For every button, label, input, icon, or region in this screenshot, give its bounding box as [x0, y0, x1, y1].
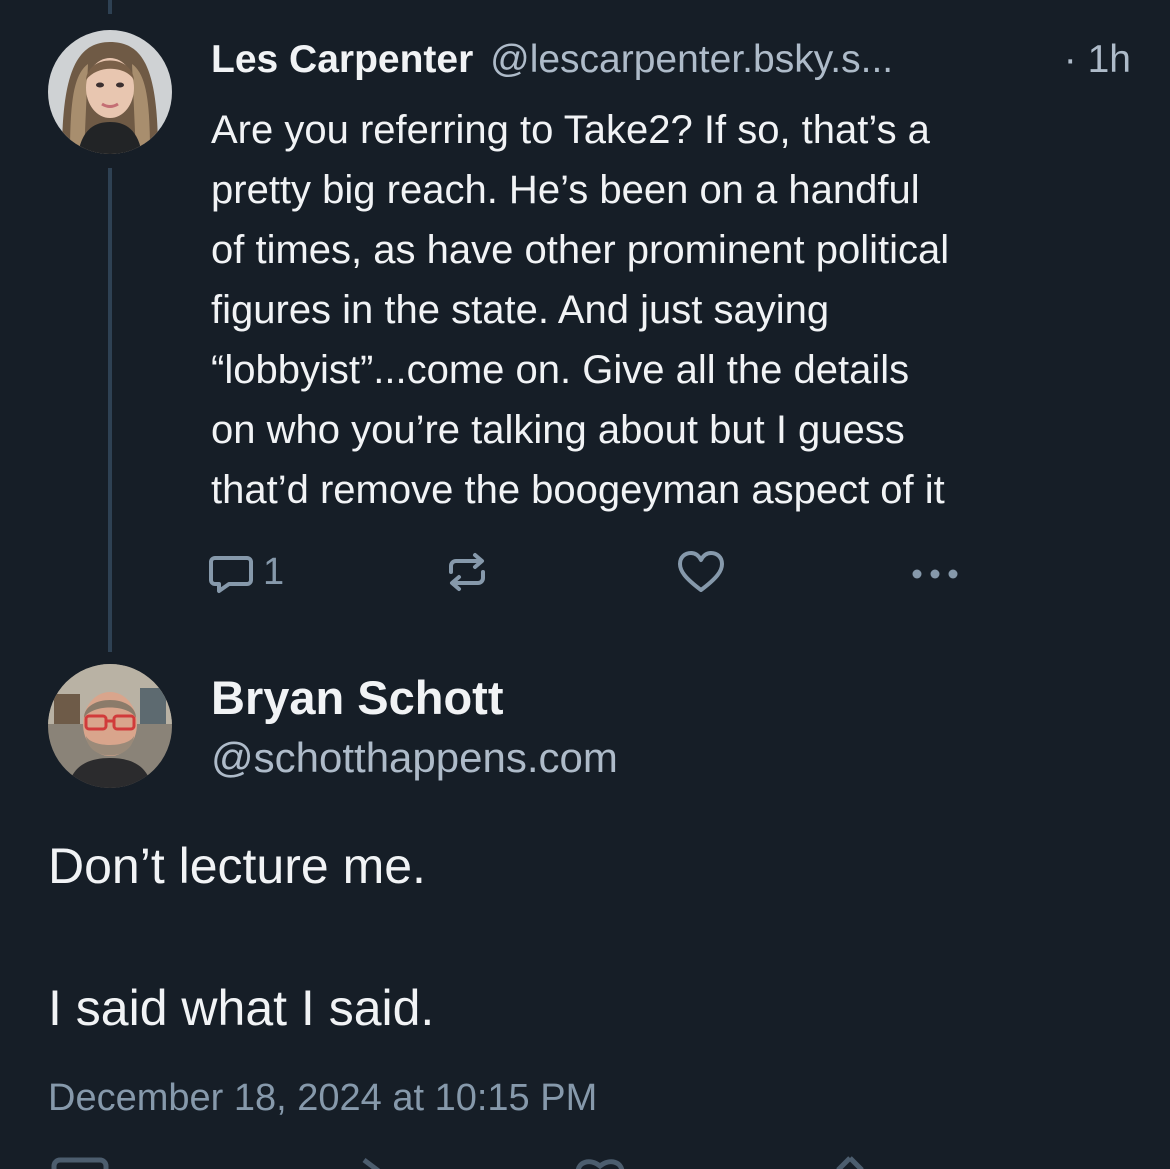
reply-text-line: on who you’re talking about but I guess — [211, 408, 905, 452]
repost-icon[interactable] — [350, 1156, 410, 1169]
reply-header: Les Carpenter @lescarpenter.bsky.s... · … — [211, 34, 1131, 86]
reply-count: 1 — [263, 550, 285, 593]
post-author-name[interactable]: Bryan Schott — [211, 668, 618, 728]
heart-icon[interactable] — [570, 1156, 630, 1169]
avatar-portrait-icon — [48, 664, 172, 788]
repost-icon — [449, 553, 485, 591]
reply-text-line: Are you referring to Take2? If so, that’… — [211, 108, 930, 152]
repost-button[interactable] — [441, 544, 493, 600]
reply-text-line: pretty big reach. He’s been on a handful — [211, 168, 920, 212]
reply-text-line: figures in the state. And just saying — [211, 288, 830, 332]
avatar-bryan-schott[interactable] — [48, 664, 172, 788]
reply-action-bar: 1 — [205, 544, 985, 600]
share-icon[interactable] — [820, 1156, 880, 1169]
post-action-bar-partial — [0, 1156, 1170, 1169]
avatar-les-carpenter[interactable] — [48, 30, 172, 154]
post-author[interactable]: Bryan Schott @schotthappens.com — [211, 668, 618, 788]
like-button[interactable] — [675, 544, 727, 600]
more-options-button[interactable] — [905, 544, 965, 600]
reply-text-line: of times, as have other prominent politi… — [211, 228, 950, 272]
speech-bubble-icon[interactable] — [50, 1156, 110, 1169]
speech-bubble-icon — [209, 556, 253, 593]
thread-line — [108, 168, 112, 652]
post-paragraph: Don’t lecture me. — [48, 838, 426, 894]
post-paragraph: I said what I said. — [48, 980, 435, 1036]
reply-button[interactable]: 1 — [205, 544, 284, 600]
reply-text-line: that’d remove the boogeyman aspect of it — [211, 468, 945, 512]
post-timestamp: December 18, 2024 at 10:15 PM — [48, 1077, 598, 1119]
reply-author-handle[interactable]: @lescarpenter.bsky.s... — [490, 38, 893, 81]
reply-author-name[interactable]: Les Carpenter — [211, 38, 473, 81]
post-text: Don’t lecture me. I said what I said. — [48, 832, 1128, 1042]
more-dots-icon — [912, 569, 958, 579]
avatar-portrait-icon — [48, 30, 172, 154]
thread-line-top — [108, 0, 112, 14]
reply-timestamp[interactable]: · 1h — [1064, 34, 1131, 86]
post-author-handle[interactable]: @schotthappens.com — [211, 728, 618, 788]
reply-text: Are you referring to Take2? If so, that’… — [211, 100, 1131, 520]
reply-text-line: “lobbyist”...come on. Give all the detai… — [211, 348, 910, 392]
heart-icon — [678, 551, 724, 592]
